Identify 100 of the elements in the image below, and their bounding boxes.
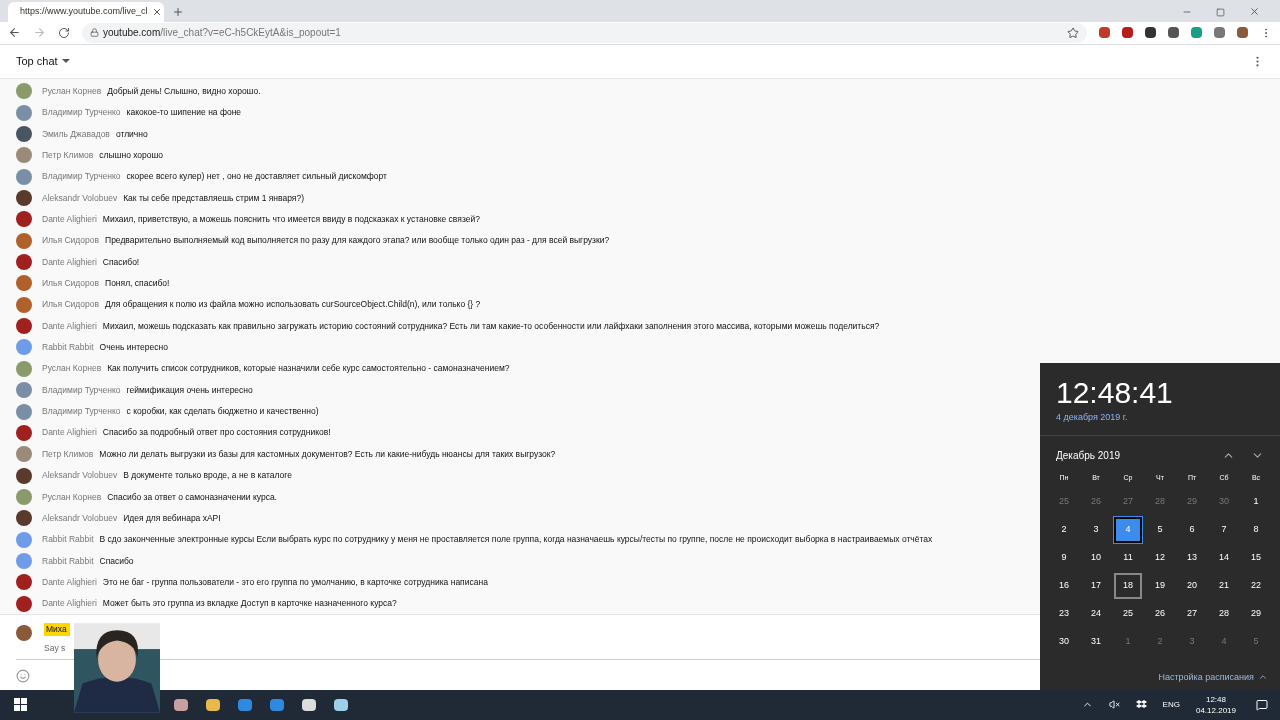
author-name: Владимир Турченко (42, 383, 121, 397)
emoji-icon[interactable] (16, 668, 30, 683)
message-text: Как получить список сотрудников, которые назначили себе курс самостоятельно - самоназначением? (107, 362, 510, 376)
star-icon[interactable] (1067, 26, 1079, 39)
calendar-day[interactable]: 8 (1242, 516, 1270, 543)
message-text: Добрый день! Слышно, видно хорошо. (107, 84, 261, 98)
extension-icon[interactable] (1145, 27, 1156, 39)
message-text: слышно хорошо (99, 149, 164, 162)
chat-mode-dropdown[interactable]: Top chat (16, 53, 70, 70)
author-name: Илья Сидоров (42, 277, 99, 290)
message-text: какокое-то шипение на фоне (126, 106, 242, 120)
author-name: Dante Alighieri (42, 575, 97, 589)
calendar-day[interactable]: 19 (1146, 572, 1174, 599)
author-name: Миха (44, 623, 70, 636)
calendar-day[interactable]: 13 (1178, 544, 1206, 571)
calendar-day[interactable]: 24 (1082, 600, 1110, 627)
author-name: Илья Сидоров (42, 234, 99, 248)
calendar-day[interactable]: 1 (1242, 488, 1270, 515)
calendar-day[interactable]: 12 (1146, 544, 1174, 571)
message-text: Как ты себе представляешь стрим 1 января?) (123, 191, 304, 205)
message-text: Идея для вебинара xAPI (123, 511, 221, 525)
address-bar[interactable]: youtube.com/live_chat?v=eC-h5CkEytA&is_popout=1 (82, 22, 1087, 43)
calendar-day[interactable]: 7 (1210, 516, 1238, 543)
author-name: Владимир Турченко (42, 106, 121, 120)
dropbox-icon[interactable] (1135, 700, 1147, 710)
message-text: скорее всего кулер) нет , оно не доставляет сильный дискомфорт (126, 170, 388, 184)
extension-icon[interactable] (1168, 27, 1179, 39)
author-name: Илья Сидоров (42, 298, 99, 312)
calendar-day[interactable]: 25 (1114, 600, 1142, 627)
author-name: Aleksandr Volobuev (42, 191, 118, 205)
calendar-day[interactable]: 27 (1178, 600, 1206, 627)
calendar-day[interactable]: 23 (1050, 600, 1078, 627)
calendar-day[interactable]: 29 (1242, 600, 1270, 627)
calendar-day[interactable]: 16 (1050, 572, 1078, 599)
message-input[interactable]: Say s (44, 642, 68, 655)
message-text: Очень интересно (99, 341, 168, 354)
browser-tab[interactable]: https://www.youtube.com/live_cl (8, 1, 164, 22)
language-indicator[interactable]: ENG (1162, 699, 1180, 711)
author-name: Руслан Корнев (42, 490, 102, 504)
calendar-day[interactable]: 2 (1050, 516, 1078, 543)
message-text: с коробки, как сделать бюджетно и качественно) (126, 405, 319, 418)
calendar-day[interactable]: 3 (1082, 516, 1110, 543)
calendar-day[interactable]: 17 (1082, 572, 1110, 599)
author-name: Dante Alighieri (42, 597, 97, 610)
calendar-day[interactable]: 18 (1114, 572, 1142, 599)
message-text: Для обращения к полю из файла можно использовать curSourceObject.Child(n), или только {} ? (105, 298, 481, 312)
calendar-day[interactable]: 5 (1146, 516, 1174, 543)
mute-icon[interactable] (1108, 699, 1120, 711)
schedule-settings-link[interactable]: Настройка расписания (1158, 670, 1254, 684)
calendar-day[interactable]: 14 (1210, 544, 1238, 571)
message-text: В документе только вроде, а не в каталоге (123, 469, 292, 482)
tab-title: https://www.youtube.com/live_cl (20, 4, 148, 18)
clock-time: 12:48:41 (1056, 375, 1174, 411)
new-tab-icon[interactable] (172, 5, 184, 18)
reload-icon[interactable] (58, 26, 70, 39)
author-name: Петр Климов (42, 447, 94, 461)
author-name: Dante Alighieri (42, 213, 97, 226)
calendar-day[interactable]: 11 (1114, 544, 1142, 571)
author-name: Руслан Корнев (42, 84, 102, 98)
calendar-day[interactable]: 20 (1178, 572, 1206, 599)
calendar-day[interactable]: 28 (1210, 600, 1238, 627)
notification-icon[interactable] (1256, 699, 1268, 711)
author-name: Dante Alighieri (42, 426, 97, 440)
close-icon[interactable] (151, 6, 162, 17)
url-text: youtube.com/live_chat?v=eC-h5CkEytA&is_popout=1 (103, 26, 341, 41)
message-text: Михаил, приветствую, а можешь пояснить что имеется ввиду в подсказках к установке связей? (102, 213, 480, 226)
message-text: Спасибо за ответ о самоназначении курса. (107, 490, 277, 504)
author-name: Эмиль Джавадов (42, 127, 110, 141)
author-name: Aleksandr Volobuev (42, 469, 118, 482)
calendar-day[interactable]: 26 (1146, 600, 1174, 627)
message-text: Спасибо (99, 554, 134, 568)
message-text: отлично (115, 127, 148, 141)
calendar-day[interactable]: 30 (1050, 628, 1078, 655)
calendar-day[interactable]: 10 (1082, 544, 1110, 571)
close-icon[interactable] (1249, 5, 1260, 17)
taskbar-clock[interactable]: 12:48 04.12.2019 (1195, 694, 1236, 716)
calendar-day[interactable]: 9 (1050, 544, 1078, 571)
month-label[interactable]: Декабрь 2019 (1056, 447, 1222, 463)
message-text: Можно ли делать выгрузки из базы для кастомных документов? Есть ли какие-нибудь нюансы для таких выгрузок? (99, 447, 556, 461)
author-name: Dante Alighieri (42, 255, 97, 269)
author-name: Rabbit Rabbit (42, 341, 94, 354)
calendar-day[interactable]: 6 (1178, 516, 1206, 543)
author-name: Rabbit Rabbit (42, 554, 94, 568)
calendar-day[interactable]: 21 (1210, 572, 1238, 599)
message-text: Спасибо! (102, 255, 140, 269)
author-name: Владимир Турченко (42, 170, 121, 184)
back-icon[interactable] (8, 26, 21, 40)
calendar-day[interactable]: 31 (1082, 628, 1110, 655)
author-name: Владимир Турченко (42, 405, 121, 418)
author-name: Aleksandr Volobuev (42, 511, 118, 525)
author-name: Rabbit Rabbit (42, 533, 94, 546)
author-name: Петр Климов (42, 149, 94, 162)
calendar-day[interactable]: 15 (1242, 544, 1270, 571)
extension-icon[interactable] (1099, 27, 1110, 39)
extension-icon[interactable] (1122, 27, 1133, 39)
message-text: Может быть это группа из вкладке Доступ в карточке назначенного курса? (102, 597, 397, 610)
extension-icon[interactable] (1237, 27, 1248, 39)
clock-date[interactable]: 4 декабря 2019 г. (1056, 411, 1264, 425)
calendar-day[interactable]: 22 (1242, 572, 1270, 599)
message-text: Понял, спасибо! (105, 277, 170, 290)
